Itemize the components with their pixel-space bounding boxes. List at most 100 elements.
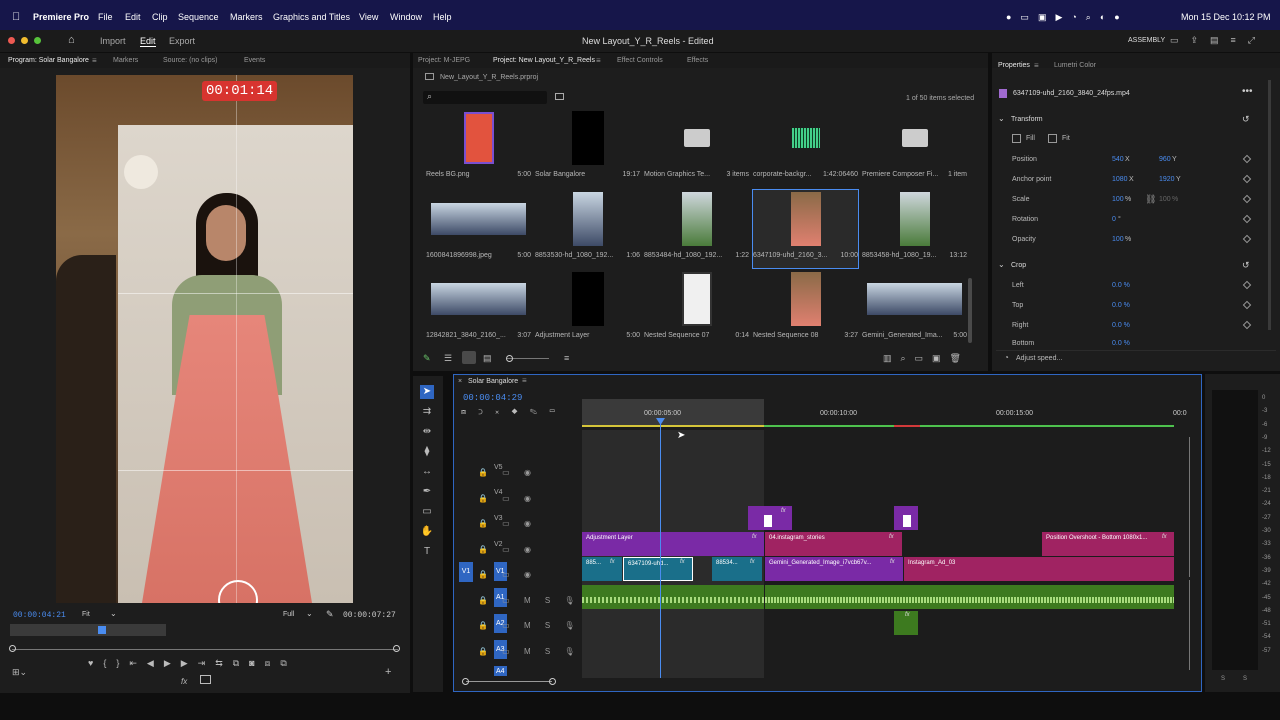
apple-icon[interactable]:  <box>12 11 20 23</box>
transport-controls[interactable]: ♥{}⇤◀▶▶⇥⇆⧉◙⧈⧉ <box>88 658 297 669</box>
crop-chevron-icon[interactable]: ⌄ <box>998 260 1005 269</box>
bin-item[interactable]: Solar Bangalore 19:17 <box>535 109 640 187</box>
track-select-icon[interactable]: ⇉ <box>420 405 434 419</box>
bin-item[interactable]: Gemini_Generated_Ima... 5:00 <box>862 270 967 348</box>
slip-icon[interactable]: ↔ <box>420 465 434 479</box>
instagram-stories-clip[interactable]: 04.instagram_stories <box>765 532 902 556</box>
reset-crop-icon[interactable]: ↺ <box>1242 260 1250 271</box>
timeline-playhead-line[interactable] <box>660 422 661 678</box>
menu-help[interactable]: Help <box>433 12 452 22</box>
bin-item[interactable]: Nested Sequence 08 3:27 <box>753 270 858 348</box>
bin-item[interactable]: 1600841896998.jpeg 5:00 <box>426 190 531 268</box>
quality-select[interactable]: Full <box>283 611 294 618</box>
speed-icon[interactable]: ◔ <box>1004 353 1009 362</box>
tab-markers[interactable]: Markers <box>113 57 138 64</box>
zoom-slider-handle[interactable] <box>506 355 513 362</box>
opacity-value[interactable]: 100 <box>1112 236 1124 243</box>
bin-item[interactable]: Reels BG.png 5:00 <box>426 109 531 187</box>
a2-header-icons[interactable]: 🔒 ▭ M S 🎙 <box>478 613 581 639</box>
search-icon[interactable]: ⌕ <box>427 91 432 102</box>
bin-item[interactable]: Nested Sequence 07 0:14 <box>644 270 749 348</box>
meter-solo-left[interactable]: S <box>1221 676 1225 682</box>
tab-project-reels[interactable]: Project: New Layout_Y_R_Reels <box>493 57 595 64</box>
reset-transform-icon[interactable]: ↺ <box>1242 114 1250 125</box>
hand-icon[interactable]: ✋ <box>420 525 434 539</box>
bin-item[interactable]: Adjustment Layer 5:00 <box>535 270 640 348</box>
tab-properties[interactable]: Properties <box>998 62 1030 69</box>
a2-audio-fx[interactable]: fx <box>905 612 910 618</box>
ripple-edit-icon[interactable]: ⇹ <box>420 425 434 439</box>
program-ruler[interactable] <box>10 624 166 636</box>
anchor-y[interactable]: 1920 <box>1159 176 1175 183</box>
adjustment-layer-fx[interactable]: fx <box>752 534 757 540</box>
wrench-icon[interactable]: ✎ <box>326 609 334 620</box>
selection-tool-icon[interactable]: ➤ <box>420 385 434 399</box>
menu-view[interactable]: View <box>359 12 378 22</box>
v3-header-icons[interactable]: 🔒 ▭ ◉ <box>478 511 581 537</box>
menu-window[interactable]: Window <box>390 12 422 22</box>
menu-sequence[interactable]: Sequence <box>178 12 219 22</box>
crop-heading[interactable]: Crop <box>1011 262 1026 269</box>
icon-view-icon[interactable] <box>462 351 476 364</box>
fit-button[interactable]: Fit <box>1062 135 1070 142</box>
minimize-window-icon[interactable] <box>21 37 28 44</box>
clip-6347109-fx[interactable]: fx <box>680 559 685 565</box>
position-overshoot-clip[interactable]: Position Overshoot - Bottom 1080x1... <box>1042 532 1174 556</box>
position-y[interactable]: 960 <box>1159 156 1171 163</box>
bin-item[interactable]: corporate-backgr... 1:42:06460 <box>753 109 858 187</box>
program-menu-icon[interactable]: ≡ <box>92 56 97 65</box>
edit-tab[interactable]: Edit <box>140 36 156 47</box>
a1-header-icons[interactable]: 🔒 ▭ M S 🎙 <box>478 588 581 614</box>
properties-menu-icon[interactable]: ≡ <box>1034 61 1039 70</box>
clock[interactable]: Mon 15 Dec 10:12 PM <box>1181 12 1271 22</box>
project-scrollbar[interactable] <box>968 278 972 343</box>
quality-dropdown-icon[interactable]: ⌄ <box>306 609 313 618</box>
timeline-h-right-handle[interactable] <box>549 678 556 685</box>
timeline-v-scrollbar-top[interactable] <box>1189 437 1190 577</box>
timeline-timecode[interactable]: 00:00:04:29 <box>463 393 522 403</box>
fill-button[interactable]: Fill <box>1026 135 1035 142</box>
bin-item[interactable]: 8853458-hd_1080_19... 13:12 <box>862 190 967 268</box>
menu-markers[interactable]: Markers <box>230 12 263 22</box>
bin-item[interactable]: 8853484-hd_1080_192... 1:22 <box>644 190 749 268</box>
pen-icon[interactable]: ✒ <box>420 485 434 499</box>
zoom-slider[interactable] <box>507 358 549 359</box>
scale-value[interactable]: 100 <box>1112 196 1124 203</box>
meter-solo-right[interactable]: S <box>1243 676 1247 682</box>
freeform-view-icon[interactable]: ▤ <box>483 353 492 364</box>
menu-graphics[interactable]: Graphics and Titles <box>273 12 350 22</box>
bin-item[interactable]: Motion Graphics Te... 3 items <box>644 109 749 187</box>
settings-icon[interactable]: ⊞⌄ <box>12 667 27 678</box>
workspace-label[interactable]: ASSEMBLY <box>1128 37 1165 44</box>
scale-height-value[interactable]: 100 <box>1159 196 1171 203</box>
timeline-h-left-handle[interactable] <box>462 678 469 685</box>
menu-file[interactable]: File <box>98 12 113 22</box>
fx-icon[interactable]: fx <box>181 677 187 686</box>
tab-effect-controls[interactable]: Effect Controls <box>617 57 663 64</box>
v4-header-icons[interactable]: 🔒 ▭ ◉ <box>478 486 581 512</box>
project-search-field[interactable] <box>423 91 547 104</box>
program-timecode[interactable]: 00:00:04:21 <box>13 611 66 620</box>
add-button-icon[interactable]: + <box>385 666 391 678</box>
rectangle-icon[interactable]: ▭ <box>420 505 434 519</box>
list-view-icon[interactable]: ☰ <box>444 353 452 364</box>
tab-source[interactable]: Source: (no clips) <box>163 57 217 64</box>
export-frame-icon[interactable] <box>200 675 211 684</box>
rotation-value[interactable]: 0 <box>1112 216 1116 223</box>
status-icons[interactable]: ●▭▣▶◔⌕◐● <box>1006 12 1129 23</box>
menu-clip[interactable]: Clip <box>152 12 168 22</box>
crop-bottom-value[interactable]: 0.0 % <box>1112 340 1130 346</box>
fit-icon[interactable] <box>1048 134 1057 143</box>
track-header-icons[interactable]: 🔒 ▭ ◉ 🔒 ▭ ◉ 🔒 ▭ ◉ 🔒 ▭ ◉ 🔒 ▭ ◉ 🔒 ▭ M S 🎙 … <box>478 460 581 664</box>
timeline-close-icon[interactable]: × <box>458 378 462 385</box>
v5-header-icons[interactable]: 🔒 ▭ ◉ <box>478 460 581 486</box>
tab-program[interactable]: Program: Solar Bangalore <box>8 57 89 64</box>
home-icon[interactable]: ⌂ <box>68 34 75 46</box>
new-bin-icon[interactable] <box>555 93 564 100</box>
menu-edit[interactable]: Edit <box>125 12 141 22</box>
tab-effects[interactable]: Effects <box>687 57 708 64</box>
crop-left-value[interactable]: 0.0 % <box>1112 282 1130 289</box>
track-a4[interactable]: A4 <box>494 666 507 676</box>
program-scrollbar[interactable] <box>12 649 398 650</box>
bin-item[interactable]: 8853530-hd_1080_192... 1:06 <box>535 190 640 268</box>
